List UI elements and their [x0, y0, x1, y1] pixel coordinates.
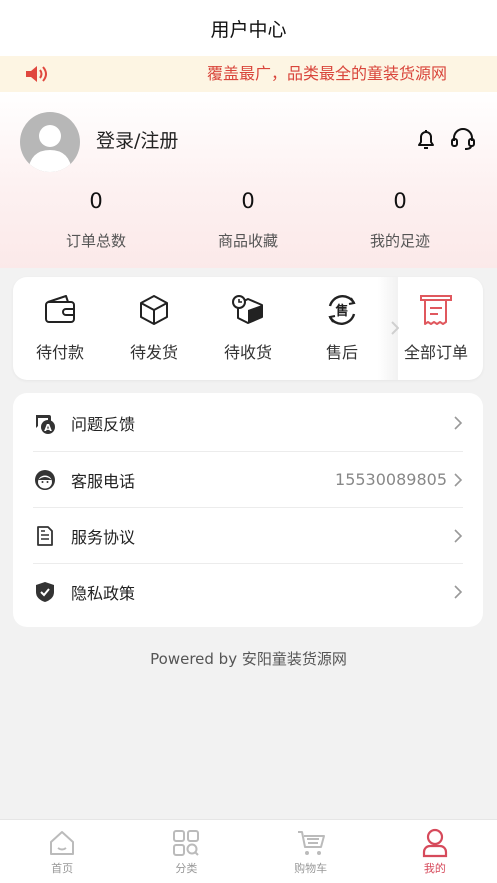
bell-icon[interactable]: [414, 127, 438, 151]
tab-category[interactable]: 分类: [124, 820, 248, 883]
headset-icon[interactable]: [450, 127, 476, 151]
login-register-link[interactable]: 登录/注册: [96, 126, 178, 153]
speaker-icon: [26, 66, 47, 82]
service-phone-number[interactable]: 15530089805: [335, 470, 447, 489]
tab-mine[interactable]: 我的: [373, 820, 497, 883]
order-pending-shipment[interactable]: 待发货: [107, 292, 201, 363]
feedback-icon: A: [36, 415, 55, 434]
order-label: 待发货: [129, 343, 178, 362]
menu-item-service-agreement[interactable]: 服务协议: [33, 507, 463, 563]
user-header: 登录/注册 0 订单总数 0 商品收藏 0 我的足迹: [0, 92, 497, 268]
tab-label: 我的: [423, 862, 446, 875]
chevron-right-icon: [454, 416, 463, 430]
menu-item-privacy-policy[interactable]: 隐私政策: [33, 563, 463, 619]
menu-item-label: 服务协议: [71, 527, 136, 547]
notice-bar[interactable]: 覆盖最广，品类最全的童装货源网: [0, 56, 497, 92]
stat-footprints[interactable]: 0 我的足迹: [324, 186, 476, 251]
order-pending-payment[interactable]: 待付款: [13, 292, 107, 363]
stat-order-total[interactable]: 0 订单总数: [20, 186, 172, 251]
category-icon: [173, 830, 200, 856]
box-icon: [140, 295, 168, 325]
tab-label: 分类: [175, 862, 198, 875]
home-icon: [50, 831, 75, 855]
tab-label: 购物车: [294, 862, 328, 875]
order-label: 待收货: [223, 343, 272, 362]
chevron-right-icon: [454, 528, 463, 543]
powered-by-text: Powered by 安阳童装货源网: [150, 650, 347, 668]
order-label: 待付款: [35, 343, 84, 362]
menu-item-service-phone[interactable]: 客服电话 15530089805: [33, 451, 463, 507]
cart-icon: [297, 831, 325, 855]
order-after-sale[interactable]: 售 售后: [295, 292, 389, 363]
delivery-box-icon: [232, 295, 263, 324]
shield-icon: [36, 581, 54, 602]
chevron-right-icon: [454, 584, 463, 599]
order-pending-receipt[interactable]: 待收货: [201, 292, 295, 363]
menu-item-label: 问题反馈: [71, 415, 136, 434]
stat-label: 我的足迹: [369, 232, 430, 250]
notice-text: 覆盖最广，品类最全的童装货源网: [207, 64, 448, 83]
stat-value: 0: [89, 189, 103, 213]
bottom-tab-bar: 首页 分类 购物车 我的: [0, 819, 497, 883]
tab-cart[interactable]: 购物车: [249, 820, 373, 883]
tab-home[interactable]: 首页: [0, 820, 124, 883]
tab-label: 首页: [51, 862, 74, 875]
menu-item-feedback[interactable]: A 问题反馈: [33, 395, 463, 451]
top-nav-bar: 用户中心: [0, 0, 497, 56]
stat-favorites[interactable]: 0 商品收藏: [172, 186, 324, 251]
default-avatar-icon: [28, 125, 72, 172]
stat-value: 0: [393, 189, 407, 213]
service-agent-icon: [35, 469, 55, 490]
stat-label: 商品收藏: [217, 232, 278, 250]
avatar[interactable]: [20, 112, 80, 172]
stat-value: 0: [241, 189, 255, 213]
stats-row: 0 订单总数 0 商品收藏 0 我的足迹: [0, 186, 497, 251]
order-label: 全部订单: [403, 343, 468, 362]
chevron-right-icon: [454, 472, 463, 487]
svg-text:A: A: [44, 423, 52, 434]
order-all[interactable]: 全部订单: [389, 292, 483, 363]
settings-menu-card: A 问题反馈 客服电话 15530089805 服务协议 隐私政策: [13, 393, 483, 627]
after-sale-icon: 售: [328, 295, 356, 325]
stat-label: 订单总数: [65, 232, 126, 250]
menu-item-label: 隐私政策: [71, 583, 136, 603]
wallet-icon: [45, 295, 75, 323]
receipt-icon: [420, 295, 452, 325]
profile-icon: [422, 828, 447, 858]
page-title: 用户中心: [210, 18, 287, 41]
svg-text:售: 售: [335, 303, 348, 319]
order-label: 售后: [325, 343, 358, 362]
order-shortcuts-card: 待付款 待发货 待收货 售 售后 全部订单: [13, 277, 483, 380]
menu-item-label: 客服电话: [71, 471, 136, 491]
document-icon: [37, 525, 53, 546]
